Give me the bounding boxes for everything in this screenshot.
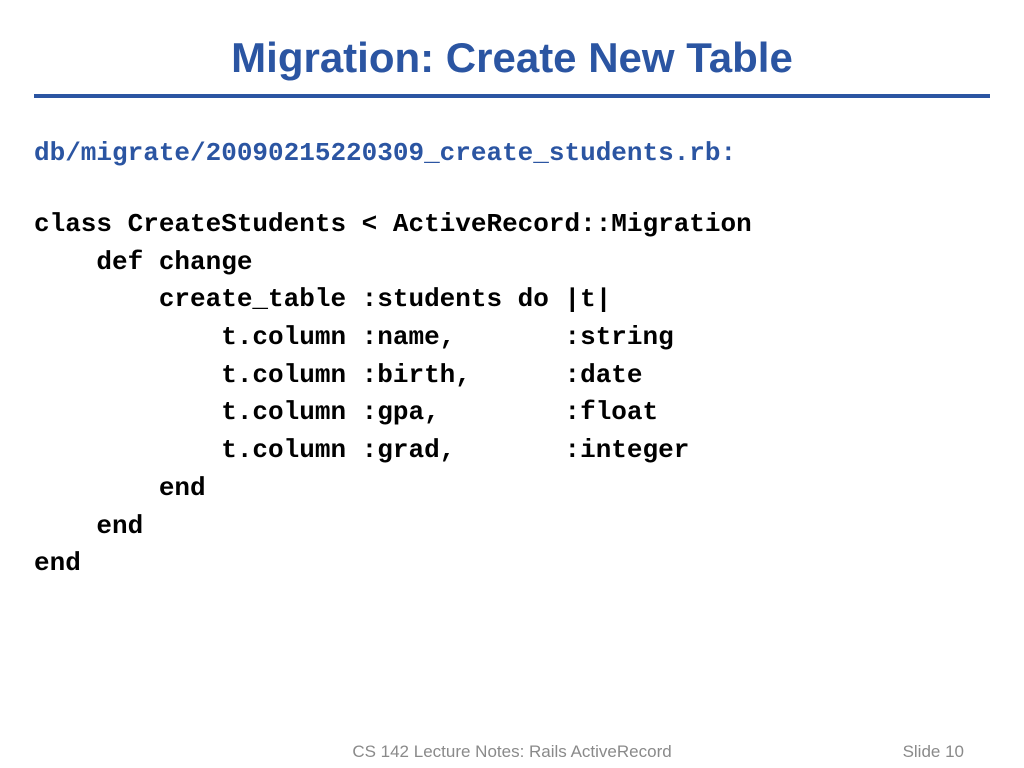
code-block: class CreateStudents < ActiveRecord::Mig… bbox=[34, 206, 990, 583]
footer-slide-number: Slide 10 bbox=[903, 742, 964, 762]
file-path: db/migrate/20090215220309_create_student… bbox=[34, 138, 990, 168]
slide-title: Migration: Create New Table bbox=[0, 0, 1024, 94]
slide-content: db/migrate/20090215220309_create_student… bbox=[0, 98, 1024, 583]
slide: Migration: Create New Table db/migrate/2… bbox=[0, 0, 1024, 768]
footer-center-text: CS 142 Lecture Notes: Rails ActiveRecord bbox=[0, 742, 1024, 762]
